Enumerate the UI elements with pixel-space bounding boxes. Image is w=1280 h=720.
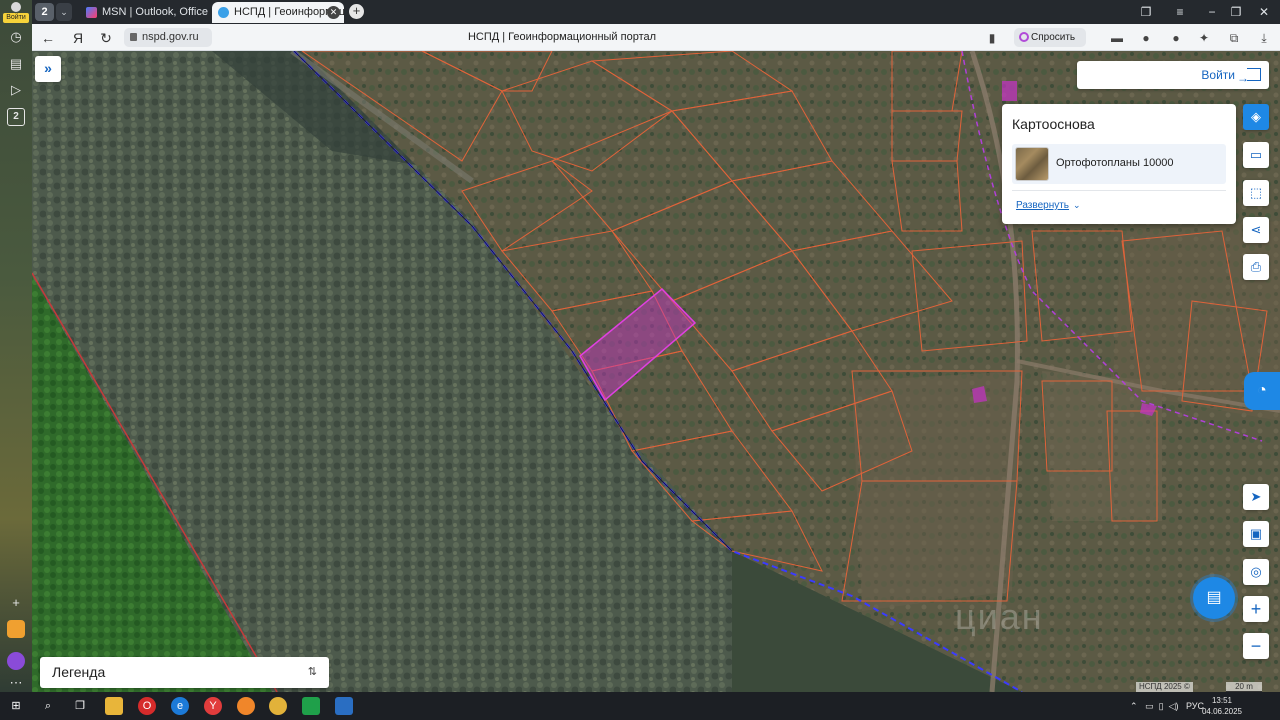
search-icon[interactable]: ⌕ xyxy=(39,697,57,715)
yandex-browser-icon[interactable]: Y xyxy=(204,697,222,715)
clock-time: 13:51 xyxy=(1211,696,1233,705)
system-tray: ⌃ ▭ ▯ ◁) РУС xyxy=(1130,692,1204,720)
opera-icon[interactable]: O xyxy=(138,697,156,715)
print-icon[interactable]: ⎙ xyxy=(1243,254,1269,280)
minimap-icon[interactable]: ▣ xyxy=(1243,521,1269,547)
scale-bar: 20 m xyxy=(1226,682,1262,692)
expand-arrows-icon: ⇅ xyxy=(307,666,317,678)
add-panel-icon[interactable]: + xyxy=(7,594,25,612)
restore-icon[interactable]: ❐ xyxy=(1226,3,1246,21)
tabs-count-icon[interactable]: 2 xyxy=(7,108,25,126)
map-attribution: НСПД 2025 © xyxy=(1136,682,1193,692)
share-icon[interactable]: ⋖ xyxy=(1243,217,1269,243)
address-bar: ← Я ↻ nspd.gov.ru НСПД | Геоинформационн… xyxy=(32,24,1280,51)
network-icon[interactable]: ▯ xyxy=(1159,701,1164,711)
more-icon[interactable]: ⋯ xyxy=(7,674,25,692)
select-area-icon[interactable]: ⬚ xyxy=(1243,180,1269,206)
reload-icon[interactable]: ↻ xyxy=(96,28,116,48)
edge-icon[interactable]: e xyxy=(171,697,189,715)
tab-strip: 2 ⌄ MSN | Outlook, Office, Sky НСПД | Ге… xyxy=(32,0,1280,24)
downloads-icon[interactable]: ⤓ xyxy=(1256,30,1272,46)
basemap-option-label: Ортофотопланы 10000 xyxy=(1056,157,1174,169)
extension-pin-icon[interactable]: ● xyxy=(1138,30,1154,46)
tab-group-count[interactable]: 2 xyxy=(35,3,54,21)
clock[interactable]: 13:51 04.06.2025 xyxy=(1200,695,1244,717)
sidebar-login-label: Войти xyxy=(3,13,29,23)
chevron-down-icon: ⌄ xyxy=(1073,200,1081,210)
minimize-icon[interactable]: − xyxy=(1202,3,1222,21)
back-icon[interactable]: ← xyxy=(38,28,58,48)
url-field[interactable]: nspd.gov.ru xyxy=(124,28,212,47)
history-icon[interactable]: ◷ xyxy=(7,28,25,46)
zoom-out-button[interactable]: − xyxy=(1243,633,1269,659)
expand-panel-button[interactable]: » xyxy=(35,56,61,82)
share-page-icon[interactable]: ⧉ xyxy=(1226,30,1242,46)
zoom-in-button[interactable]: + xyxy=(1243,596,1269,622)
file-explorer-icon[interactable] xyxy=(105,697,123,715)
basemap-panel: Картооснова Ортофотопланы 10000 Разверну… xyxy=(1002,104,1236,224)
windows-taskbar: ⊞ ⌕ ❐ O e Y ⌃ ▭ ▯ ◁) РУС 13:51 04.06.202… xyxy=(0,692,1280,720)
task-view-icon[interactable]: ❐ xyxy=(71,697,89,715)
legend-label: Легенда xyxy=(52,664,106,680)
login-icon xyxy=(1237,64,1261,92)
divider xyxy=(1012,190,1226,191)
play-icon[interactable]: ▷ xyxy=(7,81,25,99)
volume-icon[interactable]: ◁) xyxy=(1169,701,1179,711)
spreadsheet-app-icon[interactable] xyxy=(302,697,320,715)
nspd-icon xyxy=(218,7,229,18)
app-window-icon[interactable] xyxy=(335,697,353,715)
sidebar-login-button[interactable]: Войти xyxy=(3,2,29,23)
firefox-icon[interactable] xyxy=(237,697,255,715)
msn-icon xyxy=(86,7,97,18)
tab-menu-icon[interactable]: ❐ xyxy=(1136,3,1156,21)
start-icon[interactable]: ⊞ xyxy=(7,697,25,715)
clock-date: 04.06.2025 xyxy=(1201,707,1243,716)
chrome-icon[interactable] xyxy=(269,697,287,715)
geolocation-pin-icon[interactable]: ◎ xyxy=(1243,559,1269,585)
tray-chevron-icon[interactable]: ⌃ xyxy=(1130,701,1138,711)
bookmark-icon[interactable]: ▮ xyxy=(984,30,1000,46)
tab-nspd[interactable]: НСПД | Геоинформац ✕ xyxy=(212,2,344,23)
tab-msn[interactable]: MSN | Outlook, Office, Sky xyxy=(80,2,208,23)
yandex-icon[interactable]: Я xyxy=(68,28,88,48)
ask-ai-button[interactable]: Спросить xyxy=(1014,28,1086,47)
layers-tool-icon[interactable]: ◈ xyxy=(1243,104,1269,130)
browser-sidebar: Войти ◷ ▤ ▷ 2 + ⋯ xyxy=(0,0,32,692)
collections-icon[interactable]: ▤ xyxy=(7,55,25,73)
expand-link-label: Развернуть xyxy=(1016,200,1070,211)
legend-dropdown[interactable]: Легенда ⇅ xyxy=(40,657,329,688)
app-shortcut-icon[interactable] xyxy=(7,620,25,638)
menu-icon[interactable]: ≡ xyxy=(1170,3,1190,21)
tab-label: MSN | Outlook, Office, Sky xyxy=(102,6,208,18)
url-text: nspd.gov.ru xyxy=(142,31,199,43)
close-window-icon[interactable]: ✕ xyxy=(1254,3,1274,21)
expand-basemaps-link[interactable]: Развернуть ⌄ xyxy=(1016,200,1081,211)
new-tab-button[interactable]: + xyxy=(349,4,364,19)
basemap-title: Картооснова xyxy=(1012,116,1095,132)
login-button[interactable]: Войти xyxy=(1077,61,1269,92)
extension-hat-icon[interactable]: ▬ xyxy=(1109,30,1125,46)
basemap-option[interactable]: Ортофотопланы 10000 xyxy=(1012,144,1226,184)
user-avatar-icon xyxy=(11,2,21,12)
tab-list-chevron-icon[interactable]: ⌄ xyxy=(56,3,72,21)
locate-me-icon[interactable]: ➤ xyxy=(1243,484,1269,510)
login-label: Войти xyxy=(1201,68,1235,82)
ai-assistant-icon xyxy=(1019,32,1029,42)
extension-pin-icon-2[interactable]: ● xyxy=(1168,30,1184,46)
basemap-thumbnail xyxy=(1015,147,1049,181)
chat-support-icon[interactable]: ▤ xyxy=(1193,577,1235,619)
extensions-icon[interactable]: ✦ xyxy=(1196,30,1212,46)
watermark: циан xyxy=(955,596,1044,637)
alice-assistant-icon[interactable] xyxy=(7,652,25,670)
page-title: НСПД | Геоинформационный портал xyxy=(467,31,657,43)
ruler-tool-icon[interactable]: ▭ xyxy=(1243,142,1269,168)
ask-label: Спросить xyxy=(1031,32,1076,43)
feedback-chat-icon[interactable]: ◔ xyxy=(1244,372,1280,410)
close-tab-icon[interactable]: ✕ xyxy=(327,6,340,19)
tray-app-icon[interactable]: ▭ xyxy=(1145,701,1154,711)
lock-icon xyxy=(130,33,137,41)
